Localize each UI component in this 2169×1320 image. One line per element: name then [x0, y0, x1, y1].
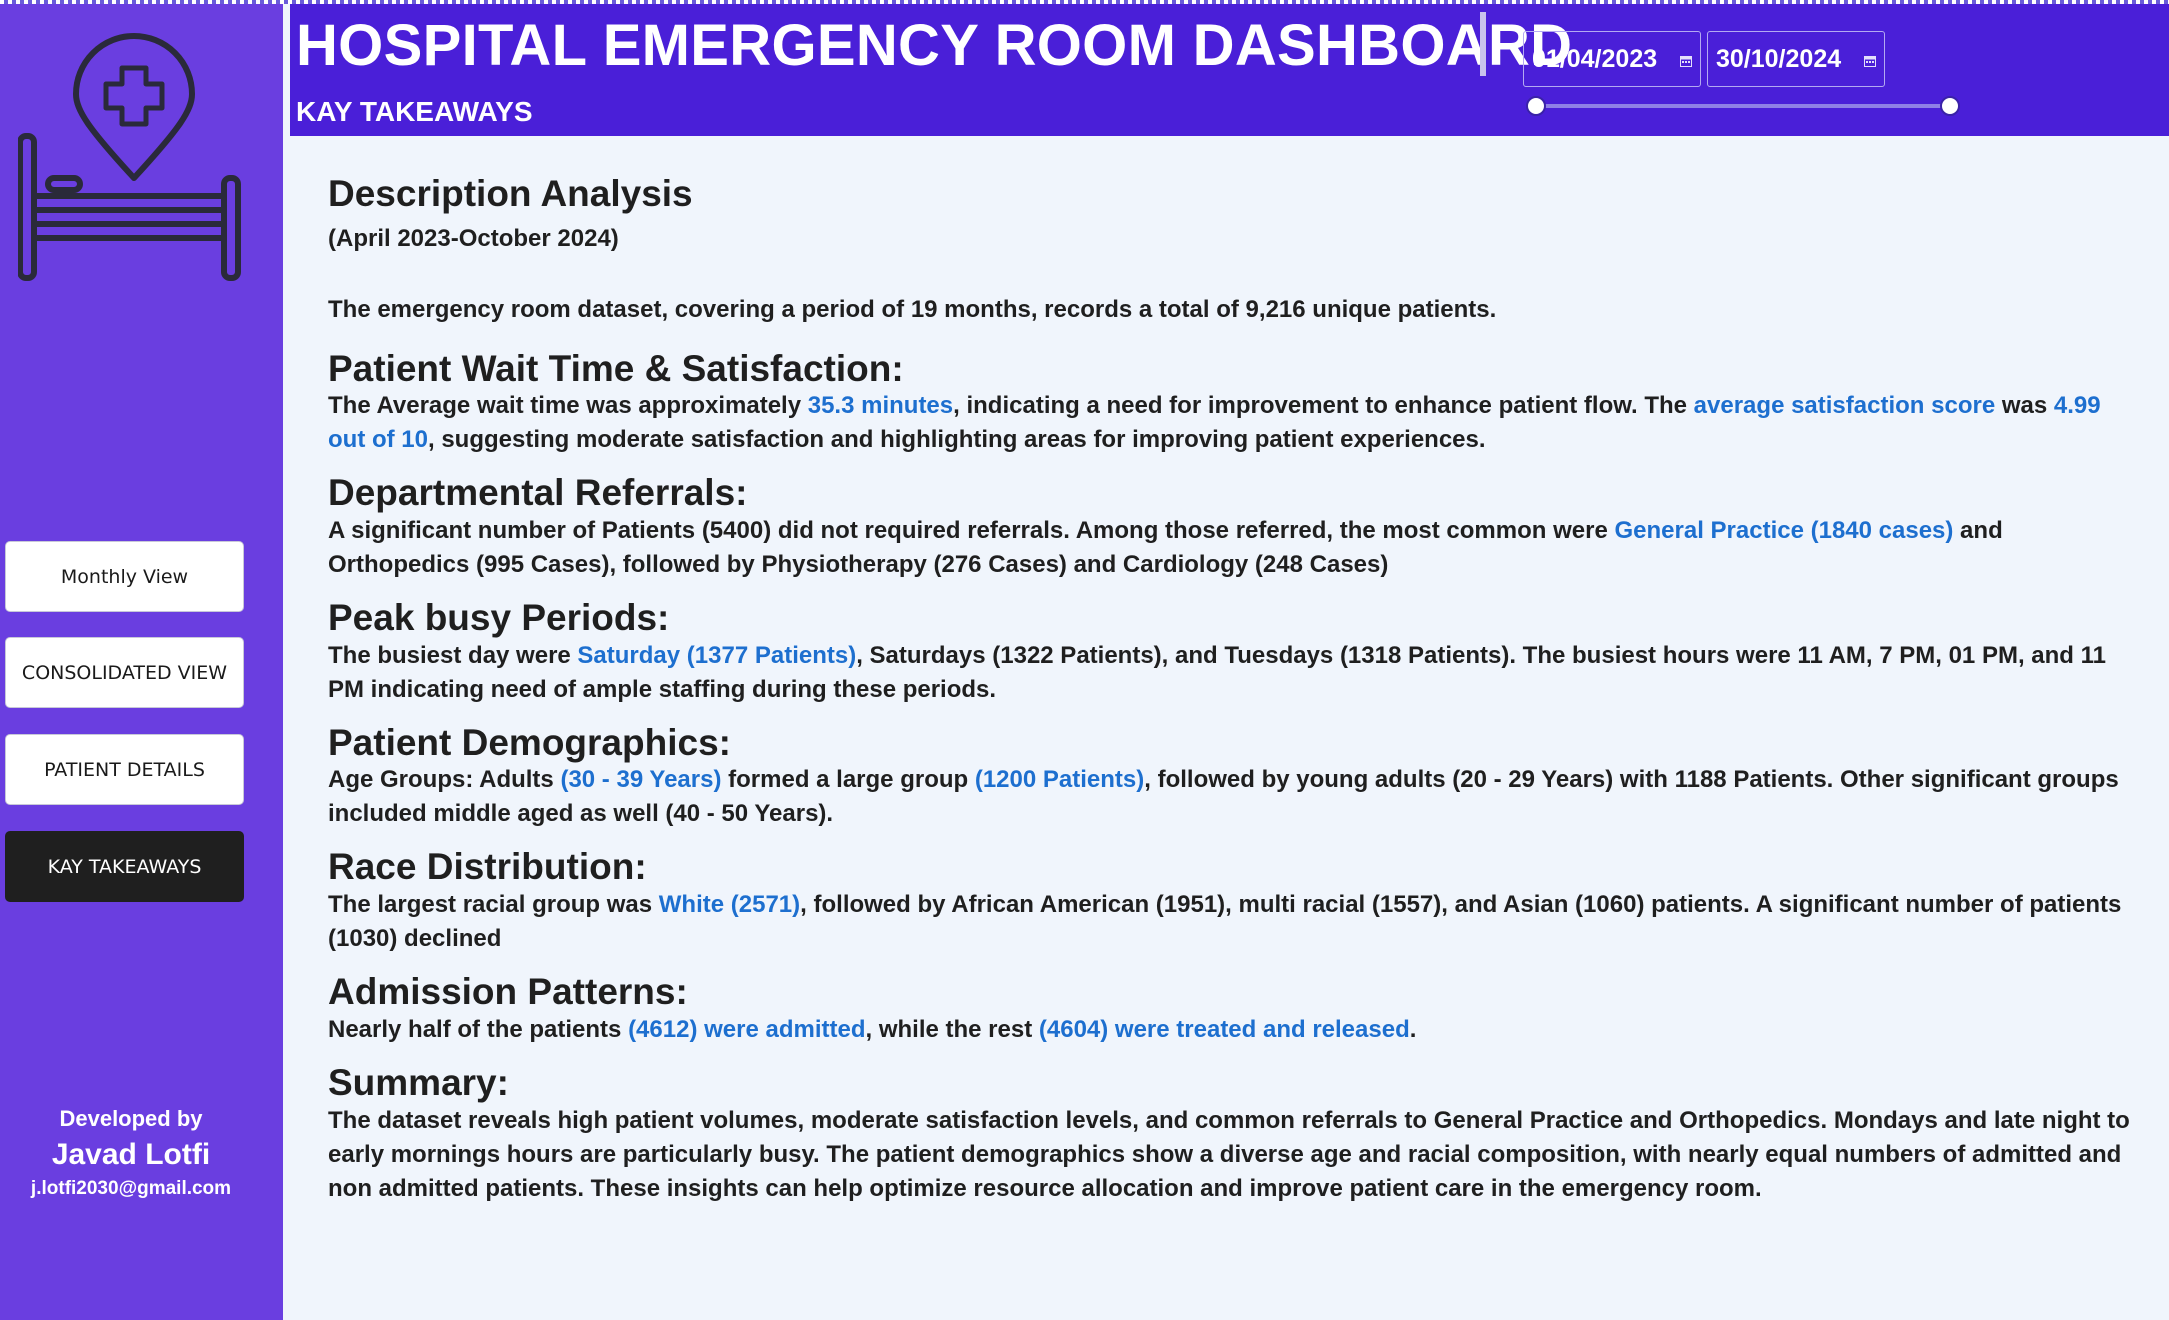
- developer-label: Developed by: [59, 1106, 203, 1131]
- takeaways-content: Description Analysis (April 2023-October…: [328, 173, 2138, 1206]
- analysis-period: (April 2023-October 2024): [328, 224, 619, 252]
- body-text: , suggesting moderate satisfaction and h…: [428, 426, 1486, 454]
- highlight-text: (1200 Patients): [974, 766, 1145, 794]
- page-title: HOSPITAL EMERGENCY ROOM DASHBOARD: [296, 13, 1573, 78]
- body-text: was: [1995, 392, 2054, 420]
- body-text: The Average wait time was approximately: [328, 392, 808, 420]
- highlight-text: White (2571): [658, 891, 801, 919]
- body-text: A significant number of Patients (5400) …: [328, 517, 1615, 545]
- section-heading: Admission Patterns:: [328, 971, 688, 1013]
- section-paragraph: A significant number of Patients (5400) …: [328, 514, 2138, 582]
- highlight-text: Saturday (1377 Patients): [577, 641, 857, 669]
- takeaway-section: Patient Demographics: Age Groups: Adults …: [328, 721, 2138, 832]
- body-text: Nearly half of the patients: [328, 1015, 629, 1043]
- developer-email: j.lotfi2030@gmail.com: [30, 1178, 232, 1199]
- developer-name: Javad Lotfi: [51, 1138, 211, 1171]
- body-text: The largest racial group was: [328, 891, 659, 919]
- section-heading: Race Distribution:: [328, 846, 647, 888]
- start-date-value: 01/04/2023: [1532, 44, 1658, 73]
- highlight-text: General Practice (1840 cases): [1614, 517, 1954, 545]
- section-paragraph: The Average wait time was approximately …: [328, 389, 2138, 457]
- body-text: The busiest day were: [328, 641, 578, 669]
- body-text: Age Groups: Adults: [328, 766, 561, 794]
- section-heading: Peak busy Periods:: [328, 597, 670, 639]
- section-paragraph: Age Groups: Adults (30 - 39 Years) forme…: [328, 763, 2138, 831]
- nav-consolidated-view-button[interactable]: CONSOLIDATED VIEW: [5, 637, 244, 708]
- page-subtitle: KAY TAKEAWAYS: [296, 96, 533, 127]
- hospital-bed-location-pin-icon: [18, 33, 241, 281]
- section-heading: Summary:: [328, 1061, 509, 1103]
- highlight-text: 35.3 minutes: [807, 392, 954, 420]
- section-paragraph: The largest racial group was White (2571…: [328, 888, 2138, 956]
- end-date-value: 30/10/2024: [1716, 44, 1842, 73]
- section-heading: Departmental Referrals:: [328, 472, 748, 514]
- title-divider: [1480, 12, 1486, 76]
- content-heading: Description Analysis: [328, 173, 693, 214]
- section-heading: Patient Demographics:: [328, 721, 731, 763]
- highlight-text: (30 - 39 Years): [560, 766, 722, 794]
- takeaway-section: Admission Patterns: Nearly half of the pa…: [328, 971, 2138, 1047]
- highlight-text: average satisfaction score: [1693, 392, 1996, 420]
- nav-patient-details-button[interactable]: PATIENT DETAILS: [5, 734, 244, 805]
- sidebar: Monthly View CONSOLIDATED VIEW PATIENT D…: [0, 4, 283, 1320]
- takeaway-section: Race Distribution: The largest racial gro…: [328, 847, 2138, 956]
- date-range-slider-track[interactable]: [1536, 104, 1950, 108]
- takeaway-section: Peak busy Periods: The busiest day were S…: [328, 597, 2138, 707]
- header-banner: HOSPITAL EMERGENCY ROOM DASHBOARD KAY TA…: [290, 4, 2169, 136]
- takeaway-section: Patient Wait Time & Satisfaction: The Ave…: [328, 347, 2138, 458]
- date-range-start-handle[interactable]: [1526, 96, 1546, 116]
- highlight-text: (4612) were admitted: [628, 1015, 866, 1043]
- body-text: .: [1409, 1015, 1417, 1043]
- calendar-icon[interactable]: [1864, 56, 1876, 67]
- nav-kay-takeaways-button[interactable]: KAY TAKEAWAYS: [5, 831, 244, 902]
- highlight-text: (4604) were treated and released: [1038, 1015, 1410, 1043]
- body-text: , indicating a need for improvement to e…: [953, 392, 1694, 420]
- body-text: formed a large group: [721, 766, 975, 794]
- body-text: The dataset reveals high patient volumes…: [328, 1106, 2130, 1202]
- takeaway-section: Departmental Referrals: A significant num…: [328, 473, 2138, 582]
- takeaway-section: Summary: The dataset reveals high patient…: [328, 1061, 2138, 1206]
- body-text: , while the rest: [865, 1015, 1039, 1043]
- section-paragraph: Nearly half of the patients (4612) were …: [328, 1013, 2138, 1047]
- section-paragraph: The dataset reveals high patient volumes…: [328, 1104, 2138, 1206]
- end-date-input[interactable]: 30/10/2024: [1707, 31, 1885, 87]
- intro-paragraph: The emergency room dataset, covering a p…: [328, 295, 1497, 323]
- calendar-icon[interactable]: [1680, 56, 1692, 67]
- section-heading: Patient Wait Time & Satisfaction:: [328, 347, 904, 389]
- start-date-input[interactable]: 01/04/2023: [1523, 31, 1701, 87]
- nav-monthly-view-button[interactable]: Monthly View: [5, 541, 244, 612]
- section-paragraph: The busiest day were Saturday (1377 Pati…: [328, 639, 2138, 707]
- sections-list: Patient Wait Time & Satisfaction: The Ave…: [328, 347, 2138, 1206]
- date-range-end-handle[interactable]: [1940, 96, 1960, 116]
